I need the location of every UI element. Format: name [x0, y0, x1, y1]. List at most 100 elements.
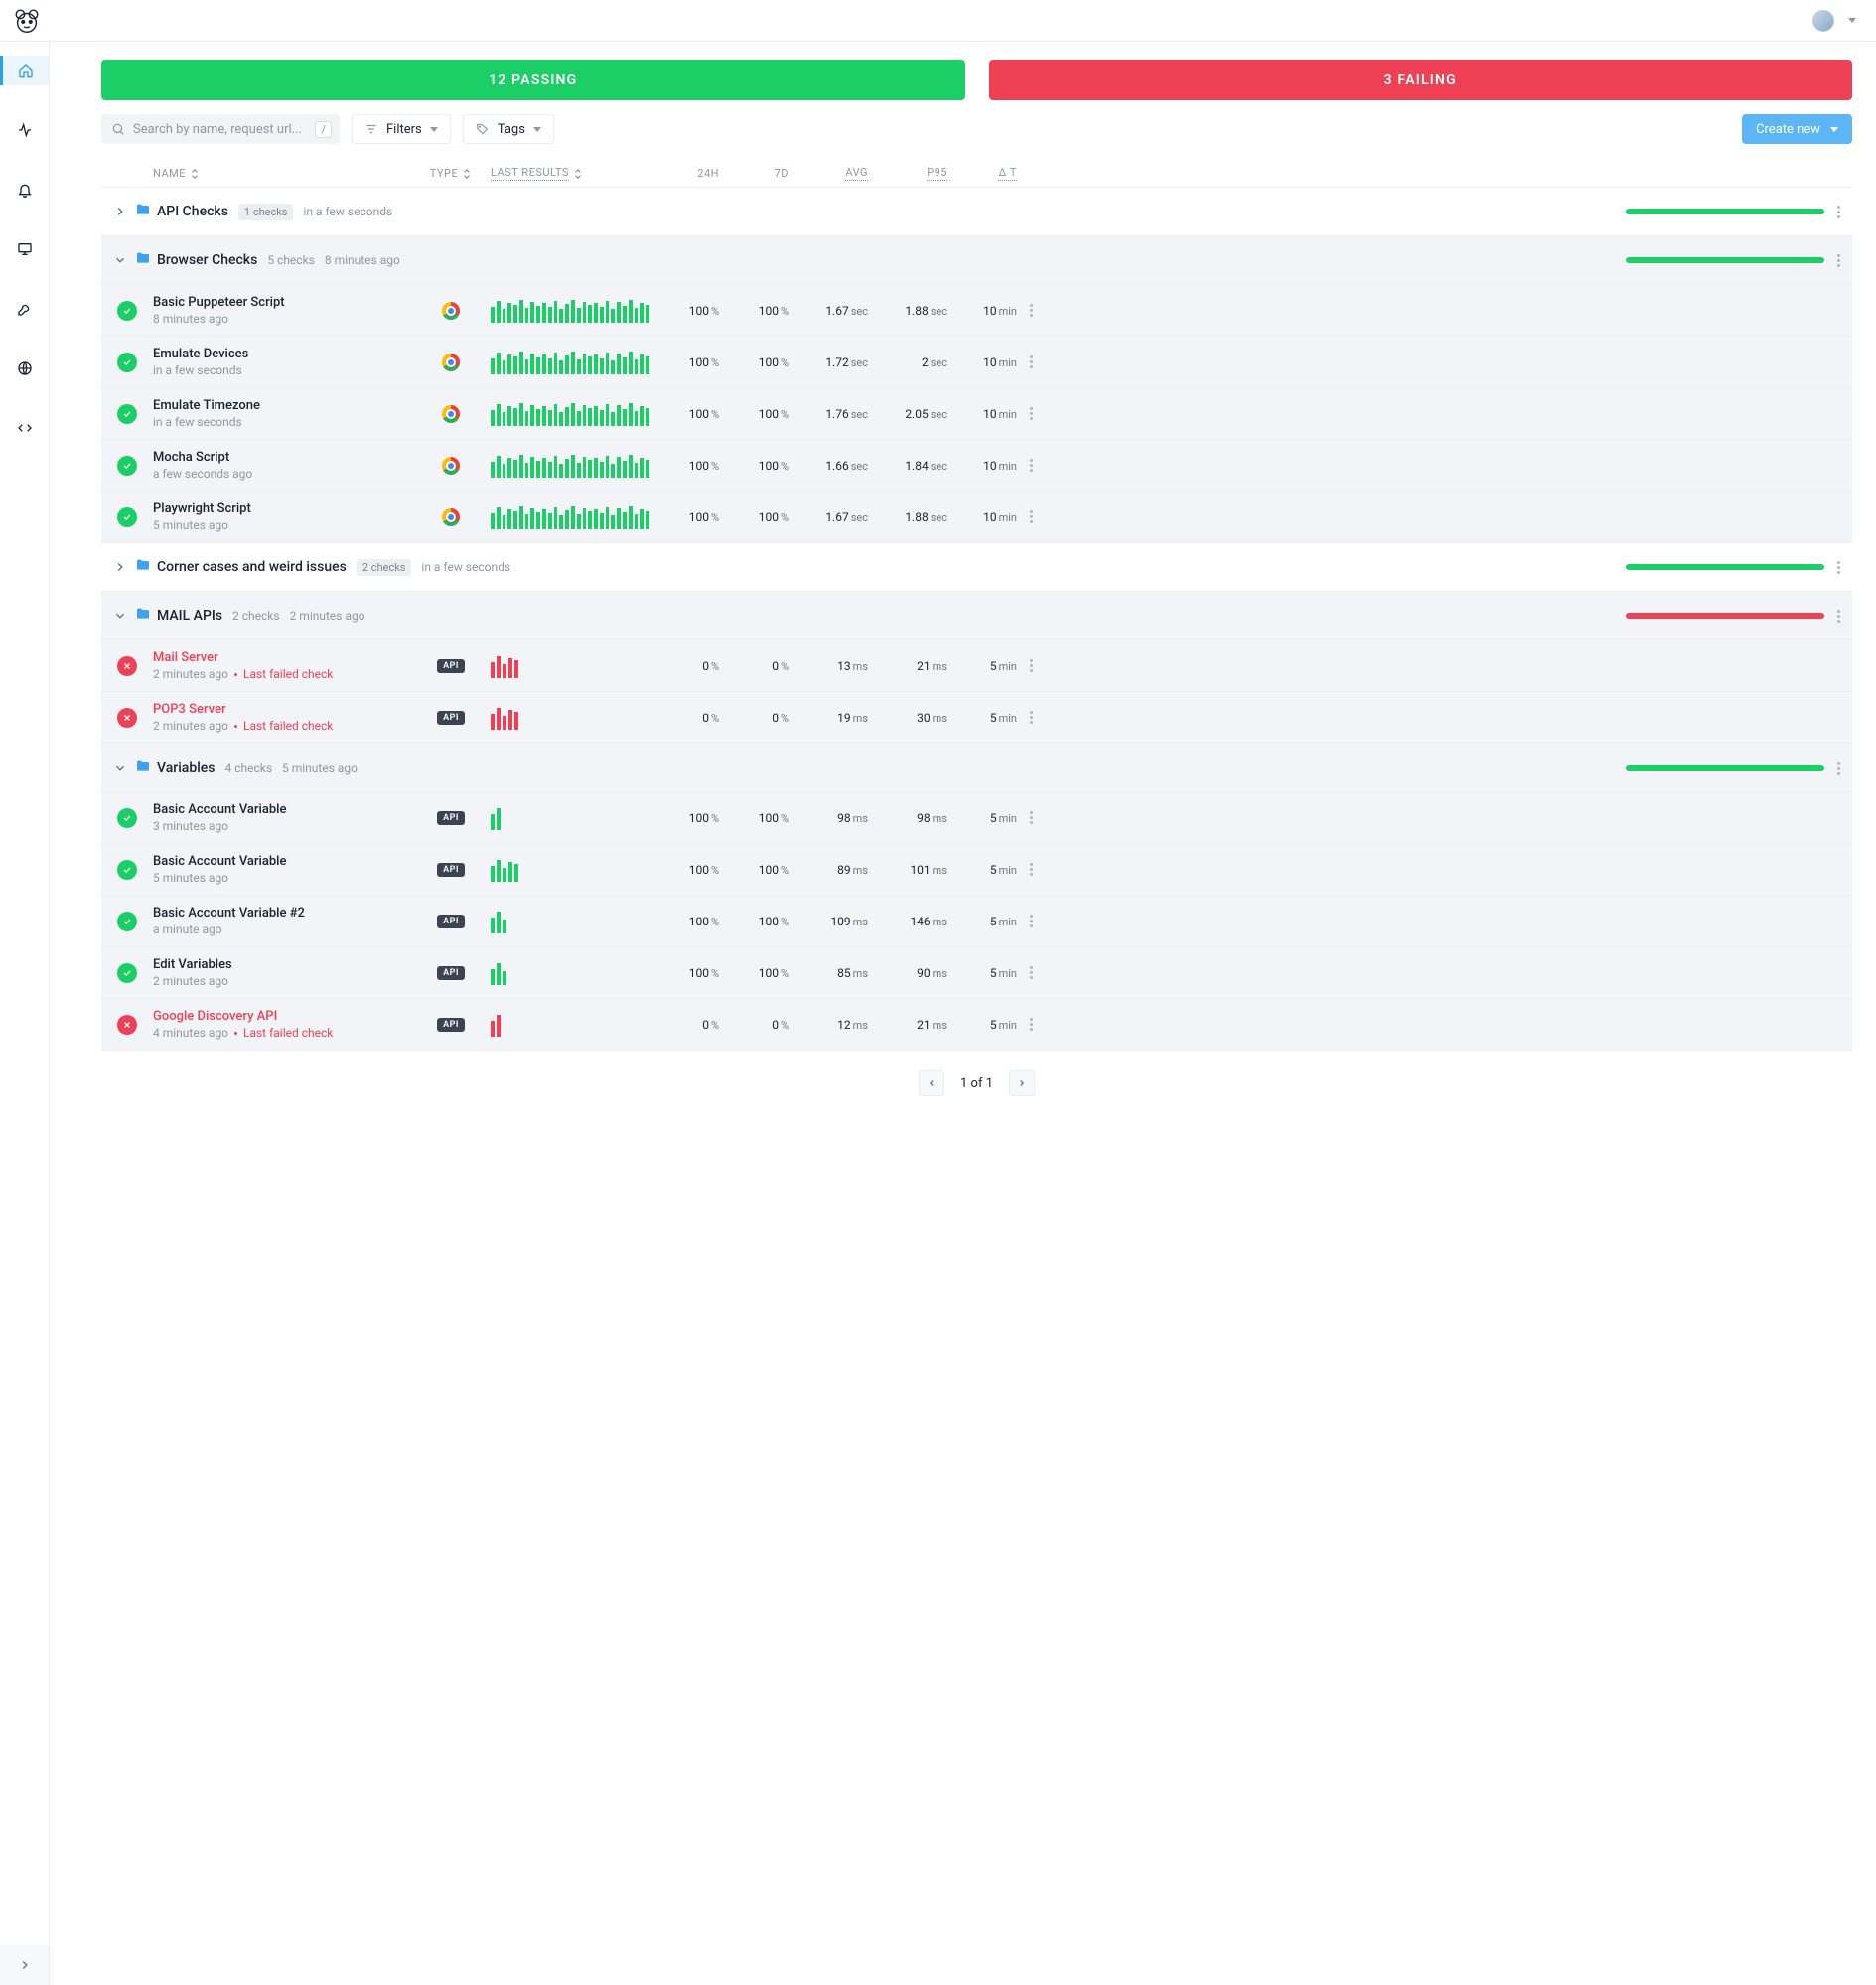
row-menu-button[interactable] [1017, 653, 1045, 678]
group-health-bar [1626, 564, 1824, 570]
check-row[interactable]: Basic Account Variable3 minutes agoAPI10… [101, 792, 1852, 844]
metric-value: 12ms [789, 1018, 868, 1032]
nav-code[interactable] [0, 413, 49, 443]
status-icon [101, 860, 153, 880]
tags-button[interactable]: Tags [463, 114, 554, 144]
passing-pill[interactable]: 12 PASSING [101, 60, 965, 100]
row-menu-button[interactable] [1017, 705, 1045, 730]
row-menu-button[interactable] [1017, 805, 1045, 830]
check-row[interactable]: Playwright Script5 minutes ago100%100%1.… [101, 492, 1852, 543]
failing-pill[interactable]: 3 FAILING [989, 60, 1853, 100]
nav-tool[interactable] [0, 294, 49, 324]
group-row[interactable]: Browser Checks5 checks8 minutes ago [101, 236, 1852, 285]
api-badge: API [437, 966, 465, 980]
group-name: API Checks [157, 204, 228, 219]
pagination: 1 of 1 [101, 1070, 1852, 1096]
nav-globe[interactable] [0, 354, 49, 383]
expand-toggle[interactable] [105, 609, 135, 623]
folder-icon [135, 606, 157, 626]
row-menu-button[interactable] [1824, 555, 1852, 580]
search-input[interactable] [131, 121, 309, 138]
group-time: in a few seconds [303, 205, 392, 218]
sparkline [491, 1013, 649, 1037]
user-menu[interactable] [1812, 10, 1856, 32]
row-menu-button[interactable] [1824, 604, 1852, 629]
row-menu-button[interactable] [1017, 909, 1045, 933]
row-menu-button[interactable] [1017, 350, 1045, 374]
row-menu-button[interactable] [1017, 857, 1045, 882]
check-row[interactable]: Mocha Scripta few seconds ago100%100%1.6… [101, 440, 1852, 492]
metric-value: 100% [719, 863, 789, 877]
check-row[interactable]: Google Discovery API4 minutes agoLast fa… [101, 999, 1852, 1051]
check-row[interactable]: Emulate Timezonein a few seconds100%100%… [101, 388, 1852, 440]
status-icon [101, 404, 153, 424]
check-row[interactable]: Basic Account Variable5 minutes agoAPI10… [101, 844, 1852, 896]
col-name[interactable]: NAME [153, 167, 411, 180]
api-badge: API [437, 811, 465, 825]
row-menu-button[interactable] [1017, 960, 1045, 985]
row-menu-button[interactable] [1017, 504, 1045, 529]
col-last-results[interactable]: LAST RESULTS [491, 166, 649, 181]
metric-value: 100% [649, 459, 719, 473]
expand-toggle[interactable] [105, 560, 135, 574]
nav-bell[interactable] [0, 175, 49, 205]
check-row[interactable]: POP3 Server2 minutes agoLast failed chec… [101, 692, 1852, 744]
row-menu-button[interactable] [1824, 200, 1852, 224]
group-row[interactable]: MAIL APIs2 checks2 minutes ago [101, 592, 1852, 640]
metric-value: 100% [719, 355, 789, 369]
checks-table: NAME TYPE LAST RESULTS 24H 7D AVG P95 Δ … [101, 160, 1852, 1051]
check-row[interactable]: Emulate Devicesin a few seconds100%100%1… [101, 337, 1852, 388]
app-logo[interactable] [12, 6, 42, 36]
metric-value: 1.66sec [789, 459, 868, 473]
expand-toggle[interactable] [105, 253, 135, 267]
nav-activity[interactable] [0, 115, 49, 145]
metric-value: 10min [947, 355, 1017, 369]
next-page-button[interactable] [1009, 1070, 1035, 1096]
group-time: 8 minutes ago [325, 253, 400, 267]
search-input-wrapper[interactable]: / [101, 114, 340, 144]
group-count: 4 checks [224, 761, 272, 775]
globe-icon [17, 360, 33, 376]
check-subtitle: 5 minutes ago [153, 871, 411, 885]
group-name: Variables [157, 760, 215, 776]
nav-home[interactable] [0, 56, 49, 85]
group-health-bar [1626, 209, 1824, 214]
check-row[interactable]: Edit Variables2 minutes agoAPI100%100%85… [101, 947, 1852, 999]
check-row[interactable]: Basic Puppeteer Script8 minutes ago100%1… [101, 285, 1852, 337]
expand-toggle[interactable] [105, 761, 135, 775]
prev-page-button[interactable] [919, 1070, 944, 1096]
row-menu-button[interactable] [1824, 756, 1852, 780]
chevron-down-icon [533, 127, 541, 132]
expand-toggle[interactable] [105, 205, 135, 218]
row-menu-button[interactable] [1017, 1012, 1045, 1037]
check-type: API [411, 966, 491, 980]
group-name: Corner cases and weird issues [157, 559, 347, 575]
metric-value: 100% [719, 811, 789, 825]
check-row[interactable]: Mail Server2 minutes agoLast failed chec… [101, 640, 1852, 692]
nav-monitor[interactable] [0, 234, 49, 264]
metric-value: 0% [649, 1018, 719, 1032]
metric-value: 1.76sec [789, 407, 868, 421]
check-type [411, 302, 491, 320]
row-menu-button[interactable] [1017, 298, 1045, 323]
metric-value: 1.67sec [789, 510, 868, 524]
topbar [0, 0, 1876, 42]
row-menu-button[interactable] [1824, 248, 1852, 273]
sparkline [491, 505, 649, 529]
folder-icon [135, 557, 157, 577]
group-row[interactable]: Corner cases and weird issues2 checksin … [101, 543, 1852, 592]
group-row[interactable]: Variables4 checks5 minutes ago [101, 744, 1852, 792]
avatar [1812, 10, 1834, 32]
filters-button[interactable]: Filters [352, 114, 451, 144]
create-new-button[interactable]: Create new [1742, 114, 1852, 144]
col-type[interactable]: TYPE [411, 167, 491, 180]
row-menu-button[interactable] [1017, 401, 1045, 426]
check-row[interactable]: Basic Account Variable #2a minute agoAPI… [101, 896, 1852, 947]
group-row[interactable]: API Checks1 checksin a few seconds [101, 188, 1852, 236]
row-menu-button[interactable] [1017, 453, 1045, 478]
check-type [411, 354, 491, 371]
search-shortcut: / [315, 121, 332, 138]
metric-value: 1.88sec [868, 510, 947, 524]
sidebar-expand-button[interactable] [0, 1945, 50, 1985]
col-p95: P95 [868, 166, 947, 181]
